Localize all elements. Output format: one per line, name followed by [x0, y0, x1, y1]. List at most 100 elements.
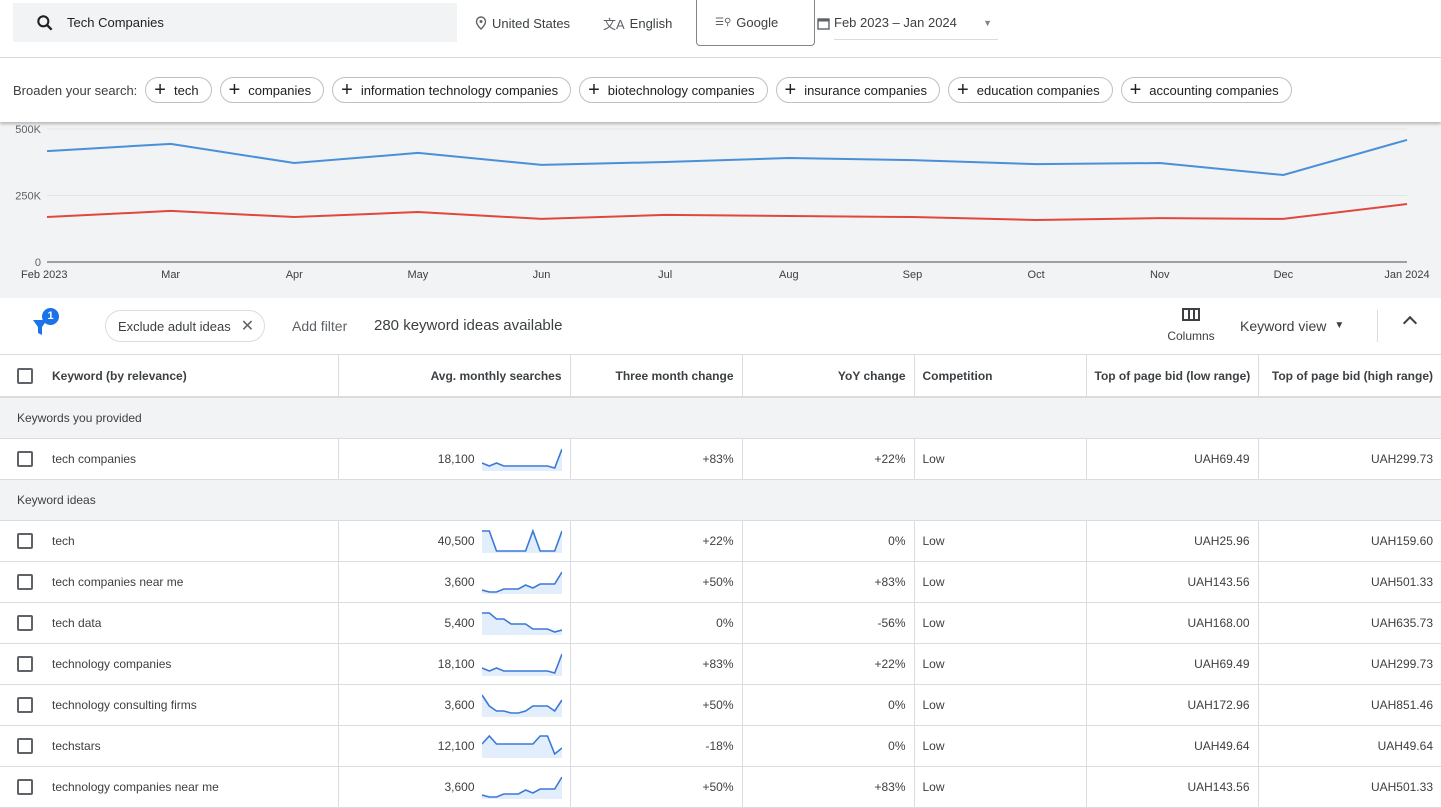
add-filter-button[interactable]: Add filter — [292, 318, 347, 334]
group-label: Keywords you provided — [0, 397, 1441, 438]
y-tick-label: 500K — [15, 124, 41, 136]
row-checkbox[interactable] — [17, 451, 33, 467]
columns-button[interactable]: Columns — [1160, 308, 1222, 343]
yoy-cell: +22% — [742, 643, 914, 684]
yoy-cell: 0% — [742, 684, 914, 725]
broaden-label: Broaden your search: — [13, 83, 137, 98]
table-row[interactable]: tech companies near me 3,600 +50% +83% L… — [0, 561, 1441, 602]
bid-low-cell: UAH25.96 — [1086, 520, 1258, 561]
plus-icon: + — [1130, 80, 1142, 100]
avg-searches-cell: 12,100 — [438, 739, 475, 753]
group-keywords-provided: Keywords you provided — [0, 397, 1441, 438]
search-network-icon: ☰⚲ — [715, 17, 731, 28]
series-line-0 — [47, 140, 1407, 175]
plus-icon: + — [229, 80, 241, 100]
row-checkbox[interactable] — [17, 656, 33, 672]
exclude-adult-chip[interactable]: Exclude adult ideas ✕ — [105, 310, 265, 342]
collapse-chart-icon[interactable] — [1403, 316, 1417, 330]
keyword-table: Keyword (by relevance) Avg. monthly sear… — [0, 355, 1441, 808]
row-checkbox[interactable] — [17, 697, 33, 713]
close-icon[interactable]: ✕ — [241, 316, 254, 336]
chip-label: companies — [248, 83, 311, 98]
header-avg-searches[interactable]: Avg. monthly searches — [338, 355, 570, 397]
bid-high-cell: UAH299.73 — [1258, 438, 1441, 479]
table-header: Keyword (by relevance) Avg. monthly sear… — [0, 355, 1441, 397]
header-yoy[interactable]: YoY change — [742, 355, 914, 397]
ideas-count: 280 keyword ideas available — [374, 317, 562, 334]
row-checkbox[interactable] — [17, 779, 33, 795]
three-month-cell: +50% — [570, 684, 742, 725]
x-tick-label: Jan 2024 — [1384, 269, 1429, 281]
location-label: United States — [492, 16, 570, 31]
row-checkbox[interactable] — [17, 738, 33, 754]
header-three-month[interactable]: Three month change — [570, 355, 742, 397]
row-checkbox[interactable] — [17, 533, 33, 549]
language-label: English — [630, 16, 673, 31]
keyword-cell: tech — [40, 520, 338, 561]
search-volume-chart: 0250K500KFeb 2023MarAprMayJunJulAugSepOc… — [0, 122, 1441, 298]
broaden-chip[interactable]: +insurance companies — [776, 77, 941, 103]
search-icon — [35, 13, 55, 33]
header-bid-low[interactable]: Top of page bid (low range) — [1086, 355, 1258, 397]
network-label: Google — [736, 15, 778, 30]
date-range-selector[interactable]: Feb 2023 – Jan 2024▼ — [817, 0, 998, 46]
bid-low-cell: UAH172.96 — [1086, 684, 1258, 725]
table-row[interactable]: tech 40,500 +22% 0% Low UAH25.96 UAH159.… — [0, 520, 1441, 561]
x-tick-label: Nov — [1150, 269, 1170, 281]
broaden-chip[interactable]: + companies — [220, 77, 325, 103]
broaden-chip[interactable]: + accounting companies — [1121, 77, 1292, 103]
plus-icon: + — [154, 80, 166, 100]
plus-icon: + — [341, 80, 353, 100]
select-all-checkbox[interactable] — [17, 368, 33, 384]
yoy-cell: -56% — [742, 602, 914, 643]
top-bar: Tech Companies United States 文A English … — [0, 0, 1441, 58]
keyword-cell: technology companies near me — [40, 766, 338, 807]
x-tick-label: Jul — [658, 269, 672, 281]
table-row[interactable]: technology consulting firms 3,600 +50% 0… — [0, 684, 1441, 725]
bid-high-cell: UAH501.33 — [1258, 561, 1441, 602]
bid-high-cell: UAH159.60 — [1258, 520, 1441, 561]
header-bid-high[interactable]: Top of page bid (high range) — [1258, 355, 1441, 397]
search-input[interactable]: Tech Companies — [13, 3, 457, 42]
group-keyword-ideas: Keyword ideas — [0, 479, 1441, 520]
broaden-chip[interactable]: +education companies — [948, 77, 1113, 103]
location-selector[interactable]: United States — [475, 0, 570, 46]
header-competition[interactable]: Competition — [914, 355, 1086, 397]
chip-label: information technology companies — [361, 83, 558, 98]
broaden-chip[interactable]: +tech — [145, 77, 211, 103]
competition-cell: Low — [914, 766, 1086, 807]
keyword-cell: technology consulting firms — [40, 684, 338, 725]
bid-high-cell: UAH635.73 — [1258, 602, 1441, 643]
plus-icon: + — [588, 80, 600, 100]
row-checkbox[interactable] — [17, 574, 33, 590]
filter-button[interactable]: 1 — [32, 310, 60, 336]
bid-low-cell: UAH168.00 — [1086, 602, 1258, 643]
language-selector[interactable]: 文A English — [603, 0, 672, 46]
table-row[interactable]: technology companies near me 3,600 +50% … — [0, 766, 1441, 807]
avg-searches-cell: 3,600 — [444, 698, 474, 712]
table-row[interactable]: tech companies 18,100 +83% +22% Low UAH6… — [0, 438, 1441, 479]
three-month-cell: +83% — [570, 438, 742, 479]
series-line-1 — [47, 204, 1407, 220]
header-keyword[interactable]: Keyword (by relevance) — [40, 355, 338, 397]
broaden-chip[interactable]: + information technology companies — [332, 77, 571, 103]
table-row[interactable]: technology companies 18,100 +83% +22% Lo… — [0, 643, 1441, 684]
x-tick-label: Oct — [1028, 269, 1045, 281]
bid-high-cell: UAH299.73 — [1258, 643, 1441, 684]
three-month-cell: +50% — [570, 561, 742, 602]
x-tick-label: Apr — [286, 269, 303, 281]
chip-label: biotechnology companies — [608, 83, 755, 98]
x-tick-label: Aug — [779, 269, 799, 281]
date-range-label: Feb 2023 – Jan 2024 — [834, 15, 957, 30]
network-selector[interactable]: ☰⚲ Google — [696, 0, 815, 46]
row-checkbox[interactable] — [17, 615, 33, 631]
bid-low-cell: UAH143.56 — [1086, 766, 1258, 807]
trend-sparkline — [482, 693, 562, 717]
three-month-cell: +22% — [570, 520, 742, 561]
keyword-view-dropdown[interactable]: Keyword view ▼ — [1240, 318, 1344, 334]
chip-label: accounting companies — [1149, 83, 1278, 98]
table-row[interactable]: tech data 5,400 0% -56% Low UAH168.00 UA… — [0, 602, 1441, 643]
broaden-chip[interactable]: + biotechnology companies — [579, 77, 767, 103]
bid-high-cell: UAH501.33 — [1258, 766, 1441, 807]
table-row[interactable]: techstars 12,100 -18% 0% Low UAH49.64 UA… — [0, 725, 1441, 766]
